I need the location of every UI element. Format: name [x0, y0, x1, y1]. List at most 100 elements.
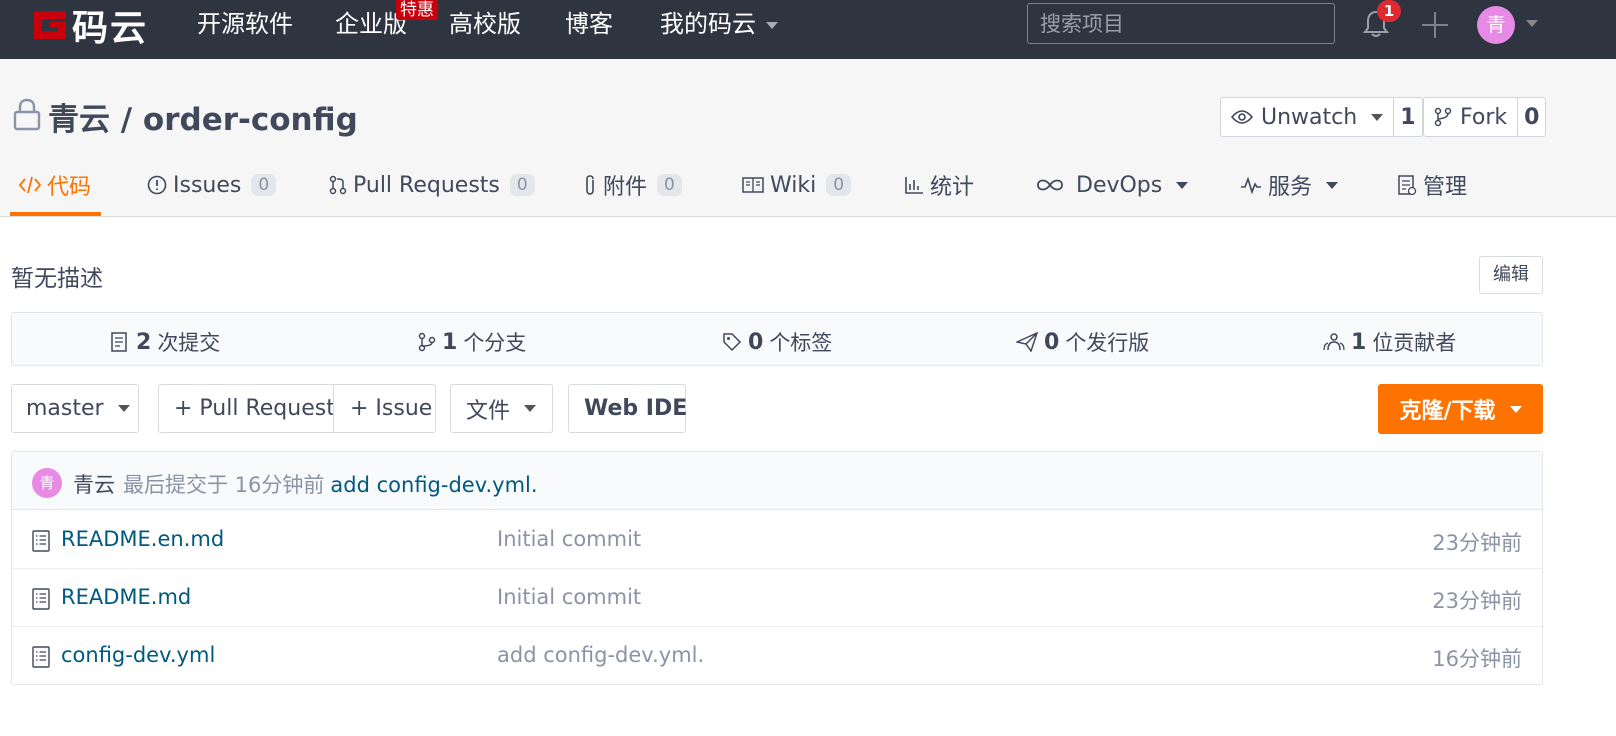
active-tab-indicator — [10, 212, 101, 216]
nav-blog[interactable]: 博客 — [565, 8, 613, 40]
stat-branches-count: 1 — [442, 329, 458, 355]
tab-pull-requests[interactable]: Pull Requests 0 — [329, 168, 535, 202]
issue-icon — [147, 175, 167, 195]
fork-icon — [1434, 107, 1452, 127]
edit-description-button[interactable]: 编辑 — [1479, 256, 1543, 294]
pull-request-icon — [329, 175, 347, 195]
file-text-icon — [32, 646, 50, 668]
nav-my-gitee-label: 我的码云 — [660, 10, 756, 38]
nav-university[interactable]: 高校版 — [449, 8, 521, 40]
file-menu-label: 文件 — [466, 398, 511, 424]
promo-badge: 特惠 — [396, 0, 438, 20]
chevron-down-icon — [117, 405, 130, 412]
tab-issues-count: 0 — [251, 174, 277, 196]
fork-button-group: Fork 0 — [1423, 97, 1547, 137]
tab-statistics[interactable]: 统计 — [904, 168, 974, 202]
commit-author[interactable]: 青云 — [73, 473, 115, 497]
repo-title: 青云 / order-config — [48, 94, 358, 139]
stat-commits-count: 2 — [136, 329, 152, 355]
fork-count[interactable]: 0 — [1517, 98, 1545, 136]
chevron-down-icon — [1326, 181, 1339, 189]
branch-select[interactable]: master — [11, 384, 139, 433]
last-commit-info: 青云 最后提交于 16分钟前 add config-dev.yml. — [73, 469, 538, 499]
new-issue-button[interactable]: + Issue — [333, 384, 436, 433]
search-input[interactable] — [1027, 3, 1335, 44]
commit-message-link[interactable]: add config-dev.yml. — [330, 473, 537, 497]
stat-commits-label: 次提交 — [157, 331, 221, 355]
unwatch-label: Unwatch — [1261, 104, 1358, 130]
site-logo[interactable]: 码云 — [30, 5, 148, 49]
repo-description: 暂无描述 — [11, 266, 103, 292]
commit-icon — [111, 332, 127, 352]
stat-commits[interactable]: 2 次提交 — [110, 327, 220, 357]
tab-code[interactable]: 代码 — [19, 168, 91, 202]
file-text-icon — [32, 530, 50, 552]
lock-icon — [13, 98, 41, 131]
file-name-link[interactable]: README.en.md — [61, 527, 224, 551]
tab-statistics-label: 统计 — [930, 175, 975, 200]
avatar[interactable]: 青 — [32, 468, 62, 498]
commit-time: 最后提交于 16分钟前 — [123, 473, 325, 497]
file-commit-message[interactable]: add config-dev.yml. — [497, 643, 704, 667]
chevron-down-icon — [1371, 113, 1384, 121]
top-navbar: 码云 开源软件 企业版 特惠 高校版 博客 我的码云 1 青 — [0, 0, 1616, 59]
web-ide-button[interactable]: Web IDE — [568, 384, 687, 433]
tab-wiki[interactable]: Wiki 0 — [742, 168, 852, 202]
contributors-icon — [1323, 333, 1345, 351]
file-commit-message[interactable]: Initial commit — [497, 585, 641, 609]
repo-name-link[interactable]: order-config — [143, 102, 358, 138]
chevron-down-icon — [766, 21, 778, 29]
new-pull-request-button[interactable]: + Pull Request — [158, 384, 335, 433]
stat-releases-label: 个发行版 — [1065, 331, 1150, 355]
nav-open-source[interactable]: 开源软件 — [197, 8, 293, 40]
pulse-icon — [1241, 176, 1261, 194]
tab-services[interactable]: 服务 — [1240, 168, 1339, 202]
stat-tags-label: 个标签 — [769, 331, 833, 355]
clone-download-label: 克隆/下载 — [1399, 399, 1496, 424]
stat-branches[interactable]: 1 个分支 — [418, 327, 526, 357]
chevron-down-icon — [1176, 181, 1189, 189]
watch-button-group: Unwatch 1 — [1220, 97, 1423, 137]
table-row: README.md Initial commit 23分钟前 — [12, 569, 1542, 627]
eye-icon — [1231, 110, 1253, 124]
file-text-icon — [32, 588, 50, 610]
tab-attachments-count: 0 — [657, 174, 682, 196]
stat-contributors-label: 位贡献者 — [1372, 331, 1457, 355]
file-commit-time: 23分钟前 — [1432, 531, 1522, 555]
stat-contributors[interactable]: 1 位贡献者 — [1323, 327, 1456, 357]
file-menu-button[interactable]: 文件 — [450, 384, 553, 433]
logo-g-icon — [34, 11, 66, 39]
chevron-down-icon[interactable] — [1526, 20, 1538, 27]
settings-doc-icon — [1398, 175, 1417, 196]
user-avatar[interactable]: 青 — [1477, 6, 1515, 44]
stat-releases[interactable]: 0 个发行版 — [1016, 327, 1149, 357]
book-icon — [742, 177, 764, 193]
tab-pull-requests-count: 0 — [509, 174, 535, 196]
clone-download-button[interactable]: 克隆/下载 — [1378, 384, 1543, 434]
tab-attachments-label: 附件 — [603, 175, 648, 200]
file-commit-time: 16分钟前 — [1432, 647, 1522, 671]
code-icon — [19, 176, 41, 194]
file-commit-message[interactable]: Initial commit — [497, 527, 641, 551]
notification-count-badge: 1 — [1377, 0, 1401, 22]
stat-branches-label: 个分支 — [463, 331, 527, 355]
watch-count[interactable]: 1 — [1393, 98, 1421, 136]
tab-issues[interactable]: Issues 0 — [147, 168, 277, 202]
tab-devops[interactable]: DevOps — [1036, 168, 1189, 202]
tab-manage[interactable]: 管理 — [1397, 168, 1467, 202]
tab-attachments[interactable]: 附件 0 — [583, 168, 682, 202]
branch-select-value: master — [26, 396, 104, 421]
nav-my-gitee[interactable]: 我的码云 — [660, 8, 778, 40]
fork-button[interactable]: Fork — [1424, 98, 1517, 136]
tab-pull-requests-label: Pull Requests — [353, 172, 500, 198]
unwatch-button[interactable]: Unwatch — [1221, 98, 1393, 136]
chevron-down-icon — [524, 405, 537, 412]
release-icon — [1016, 332, 1038, 352]
table-row: README.en.md Initial commit 23分钟前 — [12, 511, 1542, 569]
file-name-link[interactable]: README.md — [61, 585, 191, 609]
file-name-link[interactable]: config-dev.yml — [61, 643, 215, 667]
bar-chart-icon — [905, 177, 923, 194]
plus-icon[interactable] — [1420, 10, 1450, 40]
repo-owner-link[interactable]: 青云 — [48, 102, 110, 138]
stat-tags[interactable]: 0 个标签 — [722, 327, 832, 357]
